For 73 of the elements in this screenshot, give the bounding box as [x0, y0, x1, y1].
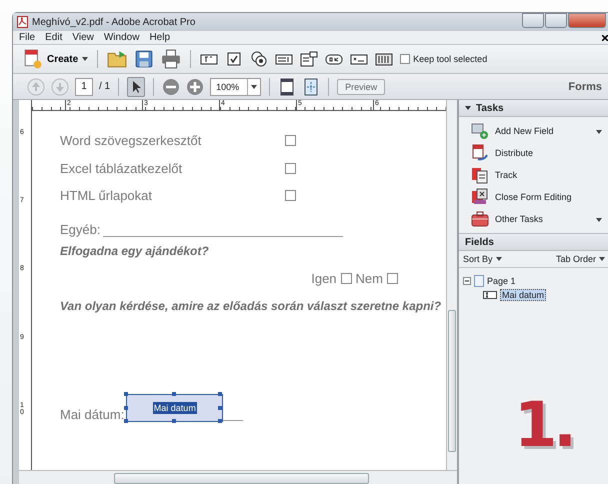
question-text: Van olyan kérdése, amire az előadás során választ szeretne kapni? — [60, 298, 442, 315]
menu-item[interactable]: Help — [149, 32, 170, 43]
menu-item[interactable]: Edit — [45, 32, 62, 43]
task-icon[interactable] — [471, 188, 489, 206]
dropdown-icon[interactable] — [300, 50, 318, 68]
tab-order-menu[interactable]: Tab Order — [556, 254, 605, 264]
option-label: Excel táblázatkezelőt — [60, 160, 184, 176]
caret-icon[interactable] — [251, 84, 258, 88]
checkbox[interactable] — [285, 190, 296, 202]
checkbox[interactable] — [285, 135, 296, 146]
task-item[interactable]: Distribute — [471, 145, 608, 161]
zoom-out-icon[interactable] — [162, 78, 180, 96]
form-field[interactable]: Mai datum — [126, 394, 224, 422]
task-icon[interactable] — [471, 166, 489, 184]
step-number: 1. — [514, 388, 573, 461]
forms-label[interactable]: Forms — [568, 80, 608, 92]
fit-width-icon[interactable] — [302, 78, 320, 96]
page-icon — [474, 275, 484, 287]
fit-page-icon[interactable] — [278, 78, 296, 96]
tasks-header[interactable]: Tasks — [459, 100, 608, 117]
text-field-icon — [483, 291, 497, 299]
select-tool-icon[interactable] — [127, 76, 146, 96]
question-text: Elfogadna egy ajándékot? — [60, 242, 210, 260]
page-count: / 1 — [99, 81, 110, 92]
checkbox[interactable] — [340, 272, 352, 284]
page-number-field[interactable]: 1 — [75, 78, 93, 96]
close-icon[interactable] — [602, 34, 608, 40]
choice-label: Nem — [356, 270, 383, 286]
caret-icon[interactable] — [596, 218, 602, 222]
option-label: HTML űrlapokat — [60, 188, 153, 204]
task-icon[interactable] — [471, 122, 489, 140]
pdf-icon — [17, 16, 28, 28]
menu-item[interactable]: Window — [104, 32, 140, 43]
save-icon[interactable] — [134, 49, 154, 69]
checkbox-icon[interactable] — [225, 50, 244, 68]
preview-button[interactable]: Preview — [337, 78, 386, 94]
task-item[interactable]: Add New Field — [471, 123, 608, 139]
checkbox[interactable] — [285, 162, 296, 174]
print-icon[interactable] — [161, 49, 182, 69]
create-document-icon — [23, 49, 43, 69]
caret-icon[interactable] — [82, 57, 88, 61]
checkbox[interactable] — [387, 272, 398, 284]
menu-item[interactable]: View — [72, 32, 94, 43]
task-icon[interactable] — [471, 210, 489, 228]
task-icon[interactable] — [471, 144, 489, 162]
horizontal-scrollbar[interactable] — [19, 470, 457, 484]
fields-header: Fields — [459, 234, 608, 251]
caret-icon[interactable] — [599, 257, 605, 261]
option-label: Word szövegszerkesztőt — [60, 133, 202, 148]
caret-icon[interactable] — [596, 130, 602, 134]
zoom-in-icon[interactable] — [186, 78, 204, 96]
vertical-scrollbar[interactable] — [446, 100, 457, 470]
field-label: Egyéb: — [60, 222, 100, 237]
tree-item[interactable]: Mai datum — [500, 289, 546, 301]
field-label: Mai dátum: — [60, 406, 124, 422]
caret-icon[interactable] — [496, 257, 502, 261]
open-folder-icon[interactable] — [107, 49, 128, 69]
zoom-dropdown[interactable]: 100% — [210, 78, 262, 96]
task-item[interactable]: Other Tasks — [471, 211, 608, 227]
task-item[interactable]: Close Form Editing — [471, 189, 608, 205]
task-item[interactable]: Track — [471, 167, 608, 183]
collapse-icon[interactable] — [463, 277, 471, 285]
create-button[interactable]: Create — [23, 49, 88, 69]
collapse-icon[interactable] — [465, 105, 471, 111]
sort-by-menu[interactable]: Sort By — [463, 254, 502, 264]
choice-label: Igen — [311, 270, 337, 286]
keep-tool-checkbox[interactable]: Keep tool selected — [400, 54, 488, 64]
window-title: Meghívó_v2.pdf - Adobe Acrobat Pro — [32, 16, 196, 28]
radio-button-icon[interactable] — [250, 50, 268, 68]
menu-item[interactable]: File — [19, 32, 36, 43]
minimize-button[interactable] — [522, 13, 544, 28]
maximize-button[interactable] — [545, 13, 567, 28]
tree-item[interactable]: Page 1 — [487, 276, 516, 286]
